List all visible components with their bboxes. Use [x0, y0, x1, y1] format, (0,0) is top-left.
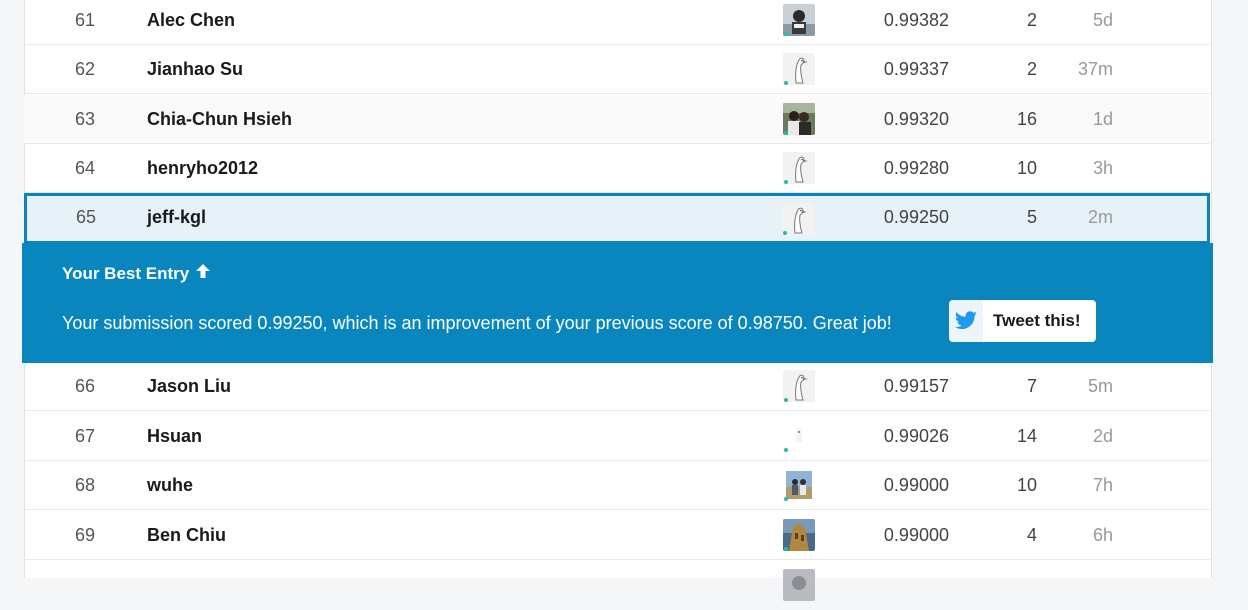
team-name-link[interactable]: henryho2012 — [147, 144, 258, 192]
leaderboard-row[interactable]: 69 Ben Chiu 0.99000 4 6h — [24, 511, 1210, 560]
rank-cell: 65 — [75, 207, 97, 227]
last-submission-cell: 6h — [1092, 524, 1113, 545]
team-avatar[interactable] — [783, 519, 815, 551]
best-entry-banner: Your Best Entry Your submission scored 0… — [22, 243, 1213, 363]
score-cell: 0.99337 — [883, 58, 949, 79]
online-status-dot — [784, 547, 788, 551]
entries-cell: 5 — [1026, 207, 1037, 227]
entries-cell: 2 — [1026, 58, 1037, 79]
entries-cell: 16 — [1016, 108, 1037, 129]
online-status-dot — [784, 180, 788, 184]
arrow-up-icon — [195, 263, 211, 284]
goose-avatar[interactable] — [783, 152, 815, 184]
team-avatar[interactable] — [783, 569, 815, 601]
leaderboard-row[interactable]: 66 Jason Liu 0.99157 7 5m — [24, 362, 1210, 411]
entries-cell: 10 — [1016, 474, 1037, 495]
score-cell: 0.99026 — [883, 425, 949, 446]
team-name-link[interactable]: wuhe — [147, 461, 193, 509]
leaderboard-row[interactable]: 68 wuhe 0.99000 10 7h — [24, 461, 1210, 510]
team-avatar[interactable] — [783, 4, 815, 36]
last-submission-cell: 1d — [1092, 108, 1113, 129]
team-avatar[interactable] — [783, 103, 815, 135]
entries-cell: 7 — [1026, 375, 1037, 396]
online-status-dot — [784, 131, 788, 135]
goose-avatar[interactable] — [782, 203, 814, 235]
online-status-dot — [784, 398, 788, 402]
last-submission-cell: 5m — [1087, 375, 1113, 396]
my-leaderboard-row[interactable]: 65 jeff-kgl 0.99250 5 2m — [24, 193, 1210, 244]
rank-cell: 61 — [74, 9, 96, 30]
entries-cell: 14 — [1016, 425, 1037, 446]
banner-message: Your submission scored 0.99250, which is… — [62, 313, 892, 333]
twitter-icon — [949, 300, 983, 342]
last-submission-cell: 37m — [1077, 58, 1113, 79]
tweet-button-label: Tweet this! — [993, 311, 1081, 330]
score-cell: 0.99000 — [883, 524, 949, 545]
banner-title-text: Your Best Entry — [62, 263, 190, 283]
last-submission-cell: 2m — [1087, 207, 1113, 227]
team-name-link[interactable]: jeff-kgl — [147, 195, 206, 240]
leaderboard-row[interactable]: 64 henryho2012 0.99280 10 3h — [24, 144, 1210, 193]
online-status-dot — [784, 448, 788, 452]
rank-cell: 66 — [74, 375, 96, 396]
rank-cell: 68 — [74, 474, 96, 495]
team-name-link[interactable]: Alec Chen — [147, 0, 235, 44]
rank-cell: 67 — [74, 425, 96, 446]
score-cell: 0.99280 — [883, 157, 949, 178]
goose-avatar[interactable] — [783, 53, 815, 85]
score-cell: 0.99320 — [883, 108, 949, 129]
entries-cell: 4 — [1026, 524, 1037, 545]
rank-cell: 64 — [74, 157, 96, 178]
online-status-dot — [784, 497, 788, 501]
team-name-link[interactable]: Chia-Chun Hsieh — [147, 95, 292, 143]
team-avatar[interactable] — [783, 469, 815, 501]
banner-title: Your Best Entry — [62, 263, 211, 284]
rank-cell: 69 — [74, 524, 96, 545]
leaderboard-row[interactable]: 63 Chia-Chun Hsieh 0.99320 16 1d — [24, 95, 1210, 144]
leaderboard-row-partial[interactable] — [24, 561, 1210, 610]
score-cell: 0.99382 — [883, 9, 949, 30]
online-status-dot — [783, 231, 787, 235]
rank-cell: 63 — [74, 108, 96, 129]
team-name-link[interactable]: Jianhao Su — [147, 45, 243, 93]
tweet-button[interactable]: Tweet this! — [949, 300, 1096, 342]
score-cell: 0.99000 — [883, 474, 949, 495]
entries-cell: 2 — [1026, 9, 1037, 30]
online-status-dot — [784, 32, 788, 36]
leaderboard-row[interactable]: 61 Alec Chen 0.99382 2 5d — [24, 0, 1210, 45]
last-submission-cell: 5d — [1092, 9, 1113, 30]
online-status-dot — [784, 81, 788, 85]
team-name-link[interactable]: Jason Liu — [147, 362, 231, 410]
score-cell: 0.99250 — [883, 207, 949, 227]
goose-avatar[interactable] — [783, 370, 815, 402]
leaderboard-row[interactable]: 62 Jianhao Su 0.99337 2 37m — [24, 45, 1210, 94]
last-submission-cell: 3h — [1092, 157, 1113, 178]
team-name-link[interactable]: Hsuan — [147, 412, 202, 460]
score-cell: 0.99157 — [883, 375, 949, 396]
last-submission-cell: 2d — [1092, 425, 1113, 446]
team-name-link[interactable]: Ben Chiu — [147, 511, 226, 559]
leaderboard-row[interactable]: 67 Hsuan 0.99026 14 2d — [24, 412, 1210, 461]
last-submission-cell: 7h — [1092, 474, 1113, 495]
entries-cell: 10 — [1016, 157, 1037, 178]
rank-cell: 62 — [74, 58, 96, 79]
team-avatar[interactable] — [783, 420, 815, 452]
